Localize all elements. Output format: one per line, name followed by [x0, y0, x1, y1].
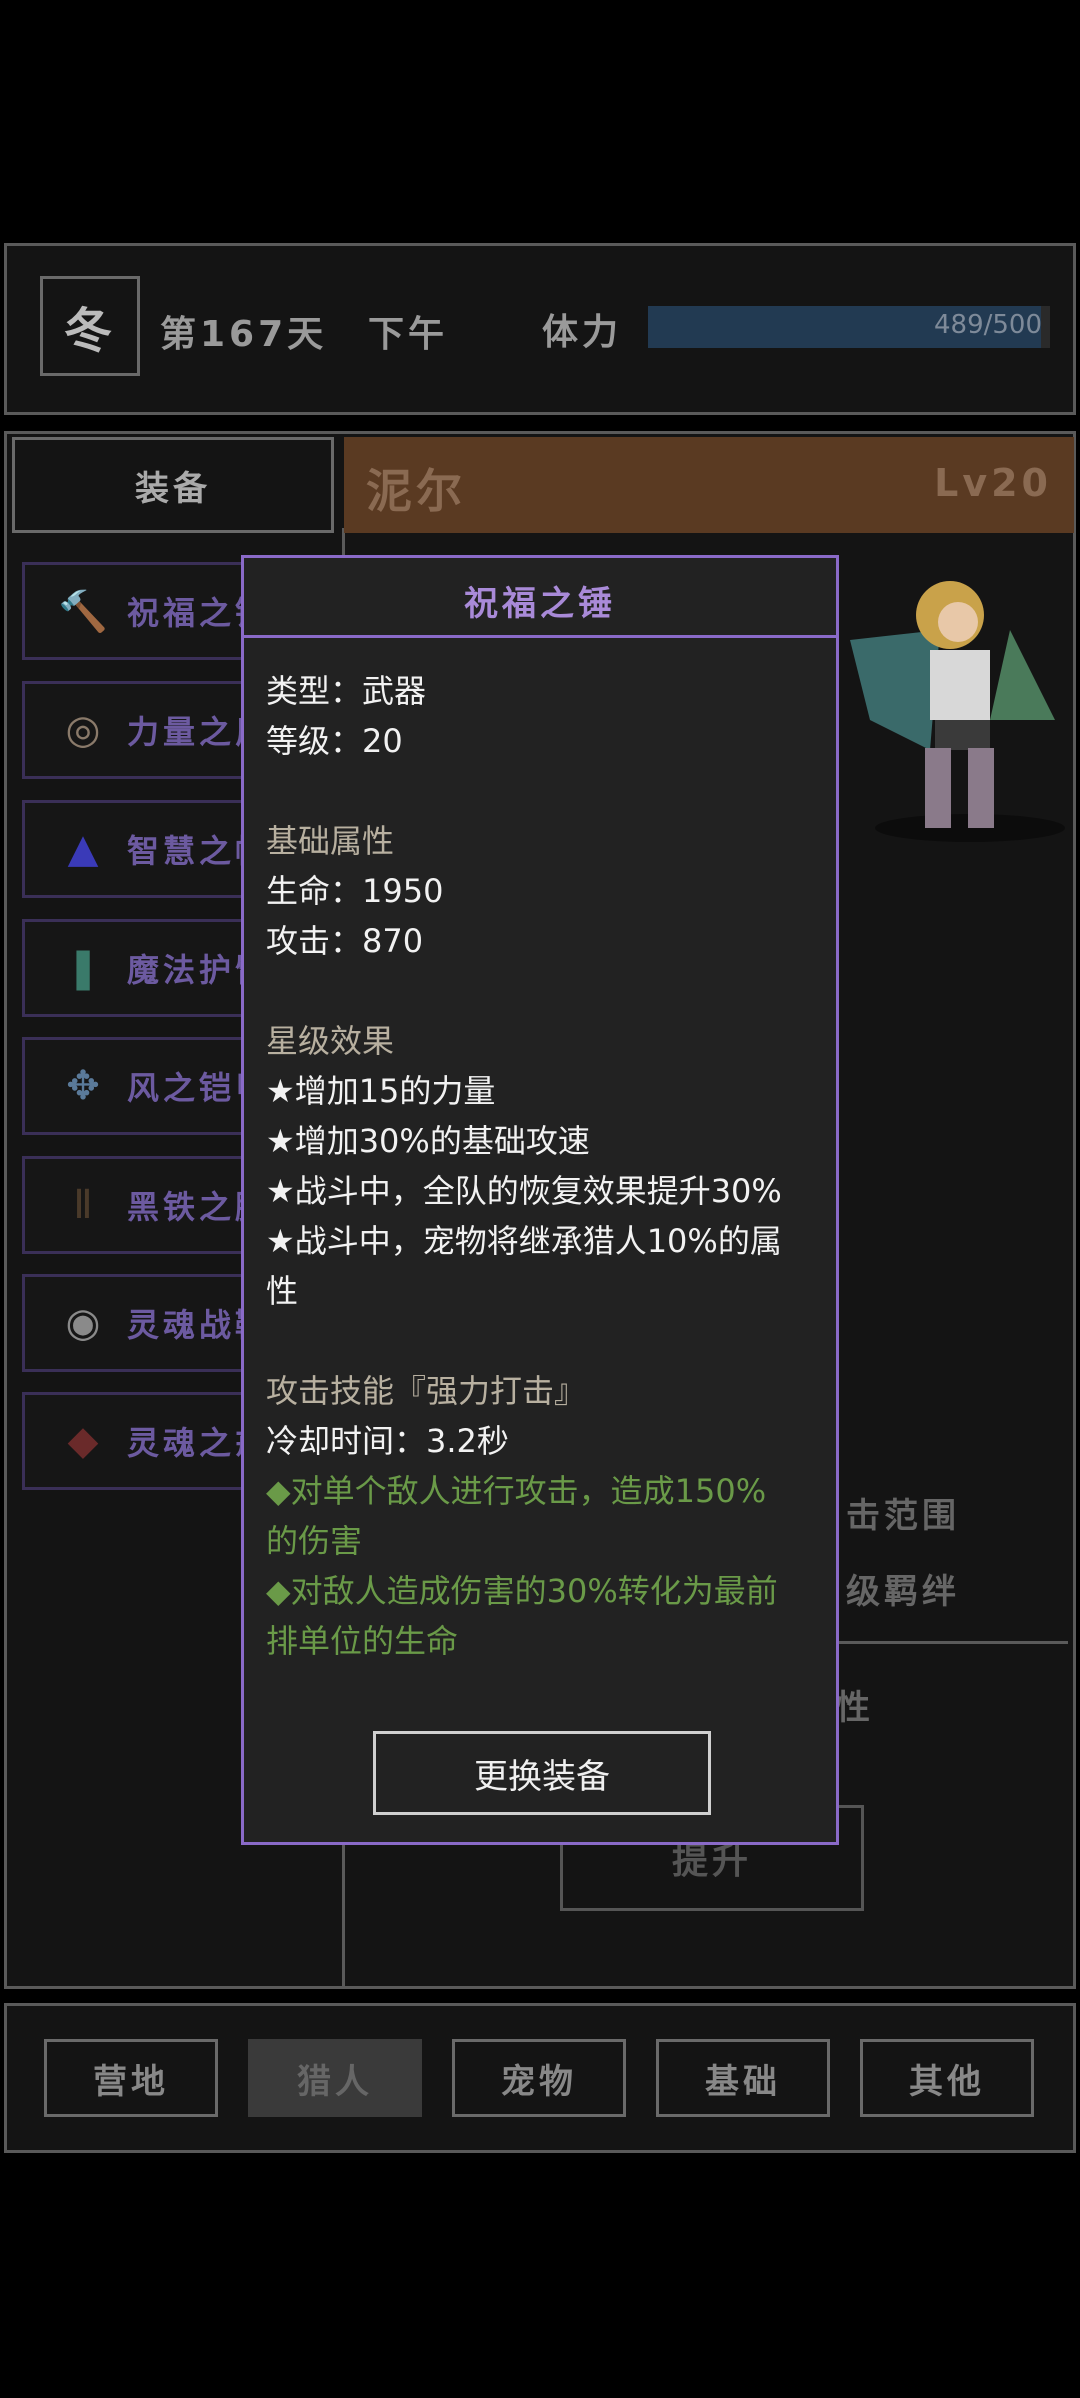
shield-icon: ◎ [65, 707, 101, 753]
hp-stat: 生命：1950 [266, 872, 444, 910]
base-attr-title: 基础属性 [266, 822, 395, 860]
section-divider [838, 1641, 1068, 1644]
skill-effect: ◆对单个敌人进行攻击，造成150% [266, 1472, 767, 1510]
hammer-icon: 🔨 [58, 588, 108, 635]
skill-cooldown: 冷却时间：3.2秒 [266, 1422, 509, 1460]
season-badge: 冬 [40, 276, 140, 376]
hero-sprite [850, 581, 1065, 842]
nav-base[interactable]: 基础 [656, 2039, 830, 2117]
nav-camp[interactable]: 营地 [44, 2039, 218, 2117]
bond-text: 级羁绊 [846, 1572, 960, 1612]
star-effect: ★增加30%的基础攻速 [266, 1122, 590, 1160]
atk-stat: 攻击：870 [266, 922, 424, 960]
stamina-bar: 489/500 [648, 306, 1050, 348]
skill-effect: ◆对敌人造成伤害的30%转化为最前 [266, 1572, 778, 1610]
tab-equipment[interactable]: 装备 [12, 437, 334, 533]
change-equipment-button[interactable]: 更换装备 [373, 1731, 711, 1815]
boots-icon: ◉ [65, 1300, 101, 1346]
nav-other[interactable]: 其他 [860, 2039, 1034, 2117]
range-text: 击范围 [846, 1496, 960, 1536]
item-type: 类型：武器 [266, 672, 427, 710]
star-effect: ★增加15的力量 [266, 1072, 496, 1110]
time-of-day: 下午 [368, 314, 449, 355]
attribute-text: 性 [836, 1688, 874, 1728]
stamina-value: 489/500 [933, 310, 1042, 340]
ring-icon: ◆ [67, 1418, 99, 1464]
star-effect: ★战斗中，宠物将继承猎人10%的属 [266, 1222, 782, 1260]
item-detail-popup: 祝福之锤 类型：武器 等级：20 基础属性 生命：1950 攻击：870 星级效… [241, 555, 839, 1845]
hero-name: 泥尔 [366, 464, 466, 518]
hero-header: 泥尔 Lv20 [344, 437, 1074, 533]
skill-effect-cont: 排单位的生命 [266, 1622, 459, 1660]
hero-level: Lv20 [934, 461, 1052, 505]
star-effect: ★战斗中，全队的恢复效果提升30% [266, 1172, 782, 1210]
bracer-icon: ❚ [66, 945, 100, 991]
skill-title: 攻击技能『强力打击』 [266, 1372, 587, 1410]
nav-pet[interactable]: 宠物 [452, 2039, 626, 2117]
wizard-hat-icon: ▲ [67, 826, 99, 872]
nav-hunter[interactable]: 猎人 [248, 2039, 422, 2117]
item-level: 等级：20 [266, 722, 403, 760]
day-counter: 第167天 [160, 314, 328, 355]
armor-icon: ✥ [66, 1063, 100, 1109]
star-effect-title: 星级效果 [266, 1022, 395, 1060]
leg-armor-icon: Ⅱ [73, 1182, 93, 1228]
popup-content: 类型：武器 等级：20 基础属性 生命：1950 攻击：870 星级效果 ★增加… [266, 666, 826, 1666]
popup-title-bar: 祝福之锤 [244, 558, 836, 638]
star-effect-cont: 性 [266, 1272, 299, 1310]
popup-title: 祝福之锤 [464, 584, 616, 624]
stamina-label: 体力 [542, 312, 623, 353]
skill-effect-cont: 的伤害 [266, 1522, 363, 1560]
